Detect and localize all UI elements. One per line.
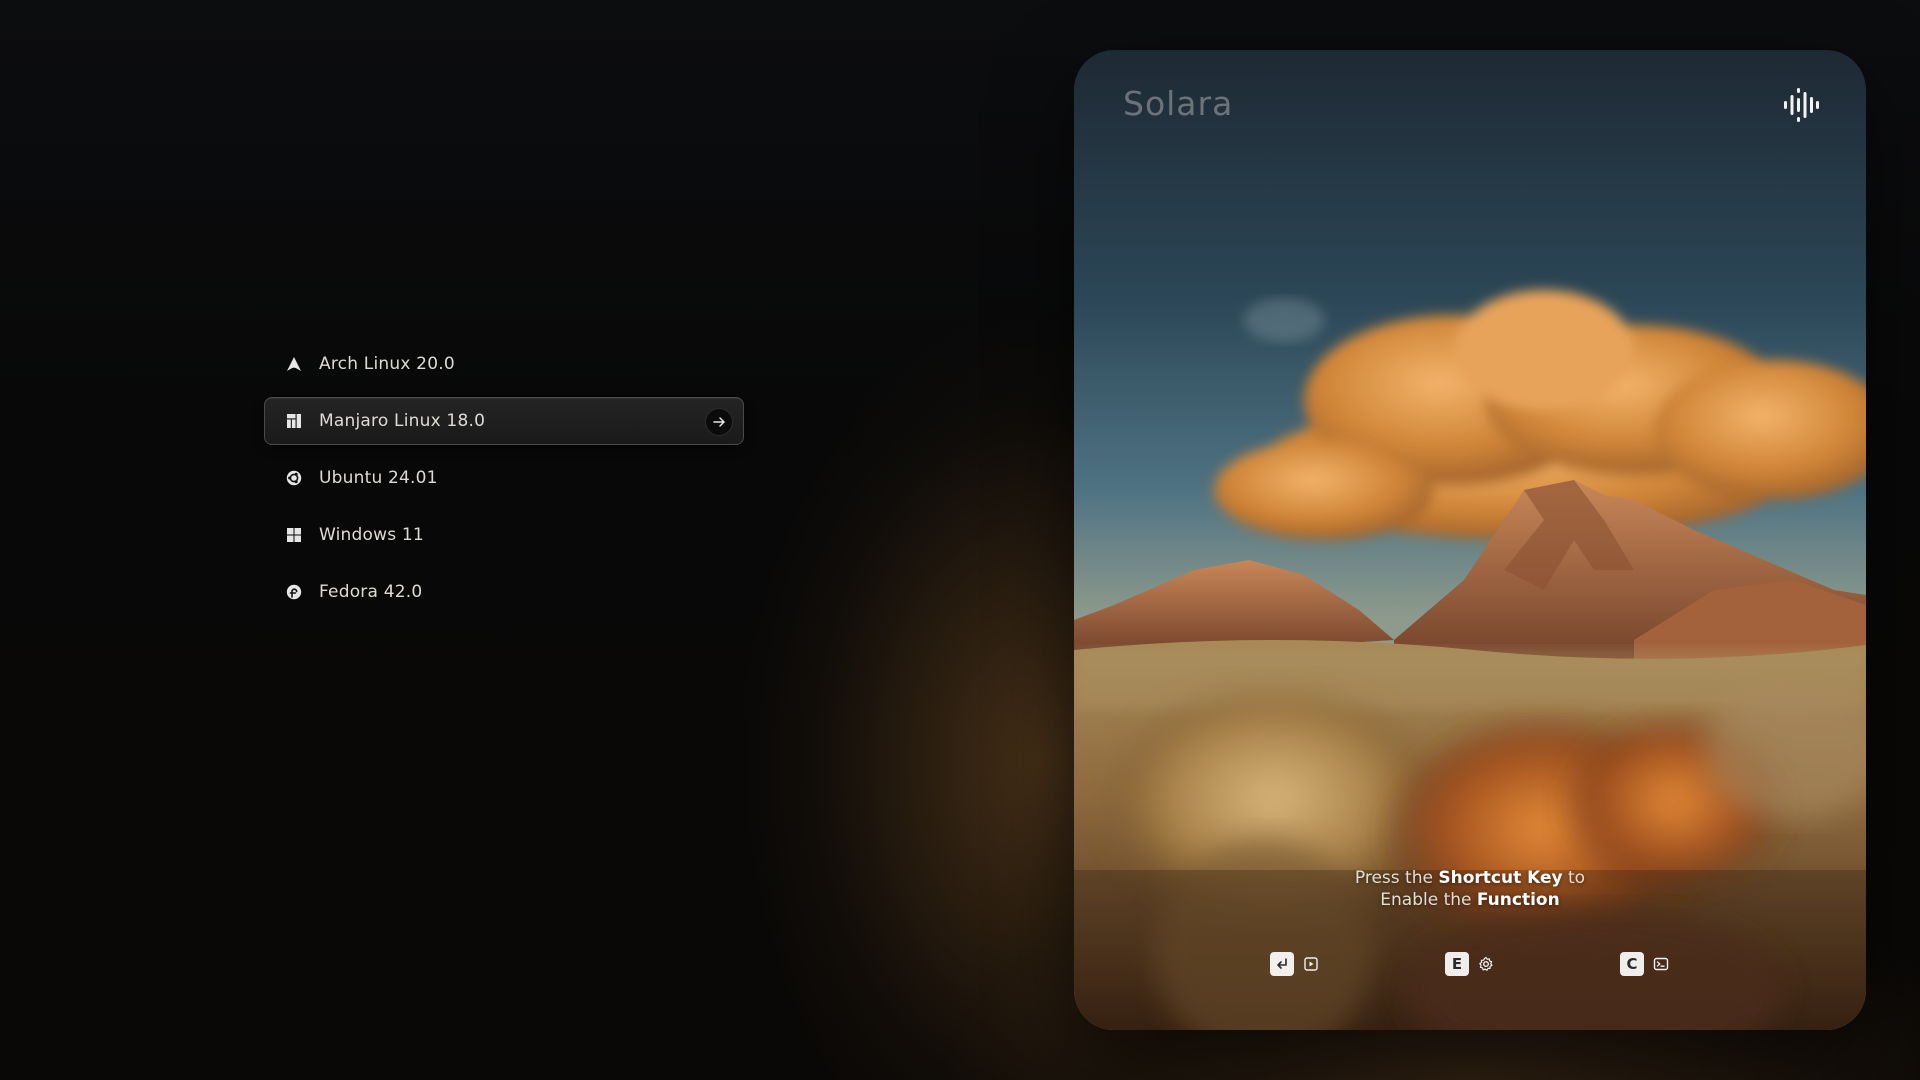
terminal-icon (1652, 955, 1670, 973)
brand-logo-text: Solara (1123, 84, 1234, 123)
shortcut-e-settings[interactable]: E (1445, 952, 1495, 976)
shortcut-bar: E C (1074, 952, 1866, 976)
os-item-label: Fedora 42.0 (319, 582, 423, 602)
os-item-label: Windows 11 (319, 525, 424, 545)
hint-line-1: Press the Shortcut Key to (1074, 867, 1866, 889)
e-key[interactable]: E (1445, 952, 1469, 976)
manjaro-linux-icon (285, 412, 303, 430)
hint-emphasis: Function (1476, 890, 1560, 910)
c-key[interactable]: C (1620, 952, 1644, 976)
os-item-label: Ubuntu 24.01 (319, 468, 438, 488)
hint-emphasis: Shortcut Key (1438, 868, 1563, 888)
enter-key-icon[interactable] (1270, 952, 1294, 976)
arch-linux-icon (285, 355, 303, 373)
shortcut-hint: Press the Shortcut Key to Enable the Fun… (1074, 867, 1866, 911)
hint-text: to (1562, 868, 1586, 888)
os-item-label: Arch Linux 20.0 (319, 354, 455, 374)
windows-icon (285, 526, 303, 544)
arrow-right-icon[interactable] (705, 408, 733, 436)
boot-icon (1302, 955, 1320, 973)
hint-line-2: Enable the Function (1074, 889, 1866, 911)
os-item-fedora[interactable]: Fedora 42.0 (264, 568, 744, 616)
os-item-ubuntu[interactable]: Ubuntu 24.01 (264, 454, 744, 502)
audio-waveform-icon[interactable] (1780, 84, 1822, 126)
os-item-arch-linux[interactable]: Arch Linux 20.0 (264, 340, 744, 388)
os-item-manjaro-linux[interactable]: Manjaro Linux 18.0 (264, 397, 744, 445)
shortcut-c-console[interactable]: C (1620, 952, 1670, 976)
ubuntu-icon (285, 469, 303, 487)
preview-card: Solara Press the Shortcut Key to Enable … (1074, 50, 1866, 1030)
os-list: Arch Linux 20.0 Manjaro Linux 18.0 Ubunt… (264, 340, 744, 625)
os-item-windows[interactable]: Windows 11 (264, 511, 744, 559)
boot-menu-screen: Arch Linux 20.0 Manjaro Linux 18.0 Ubunt… (0, 0, 1920, 1080)
os-item-label: Manjaro Linux 18.0 (319, 411, 486, 431)
hint-text: Enable the (1380, 890, 1477, 910)
settings-gear-icon (1477, 955, 1495, 973)
fedora-icon (285, 583, 303, 601)
shortcut-enter-boot[interactable] (1270, 952, 1320, 976)
hint-text: Press the (1354, 868, 1439, 888)
